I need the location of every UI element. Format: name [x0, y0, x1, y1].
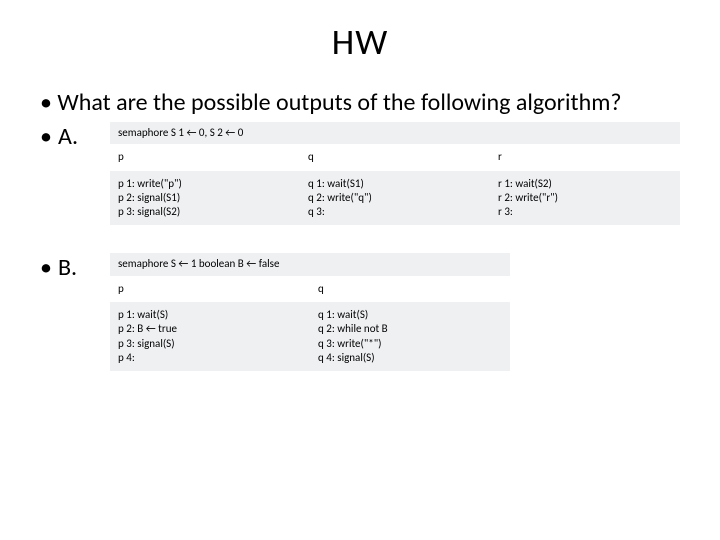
col-p-header-b: p	[110, 276, 310, 302]
table-a-body: p 1: write("p") p 2: signal(S1) p 3: sig…	[110, 171, 680, 226]
question-text: • What are the possible outputs of the f…	[40, 88, 680, 118]
table-a-init: semaphore S 1 ← 0, S 2 ← 0	[110, 122, 680, 144]
item-b: •B. semaphore S ← 1 boolean B ← false p …	[40, 253, 680, 371]
cell-q: q 1: wait(S1) q 2: write("q") q 3:	[300, 171, 490, 226]
table-a: semaphore S 1 ← 0, S 2 ← 0 p q r p 1: wr…	[110, 122, 680, 225]
table-b-body: p 1: wait(S) p 2: B ← true p 3: signal(S…	[110, 302, 510, 371]
cell-p: p 1: write("p") p 2: signal(S1) p 3: sig…	[110, 171, 300, 226]
label-b: •B.	[40, 253, 110, 282]
cell-r: r 1: wait(S2) r 2: write("r") r 3:	[490, 171, 680, 226]
table-a-headers: p q r	[110, 144, 680, 170]
col-q-header-b: q	[310, 276, 510, 302]
page-title: HW	[40, 20, 680, 64]
label-a: •A.	[40, 122, 110, 151]
col-q-header: q	[300, 144, 490, 170]
table-b-init: semaphore S ← 1 boolean B ← false	[110, 253, 510, 275]
table-b: semaphore S ← 1 boolean B ← false p q p …	[110, 253, 510, 371]
cell-p-b: p 1: wait(S) p 2: B ← true p 3: signal(S…	[110, 302, 310, 371]
col-p-header: p	[110, 144, 300, 170]
table-b-headers: p q	[110, 276, 510, 302]
cell-q-b: q 1: wait(S) q 2: while not B q 3: write…	[310, 302, 510, 371]
col-r-header: r	[490, 144, 680, 170]
item-a: •A. semaphore S 1 ← 0, S 2 ← 0 p q r p 1…	[40, 122, 680, 225]
